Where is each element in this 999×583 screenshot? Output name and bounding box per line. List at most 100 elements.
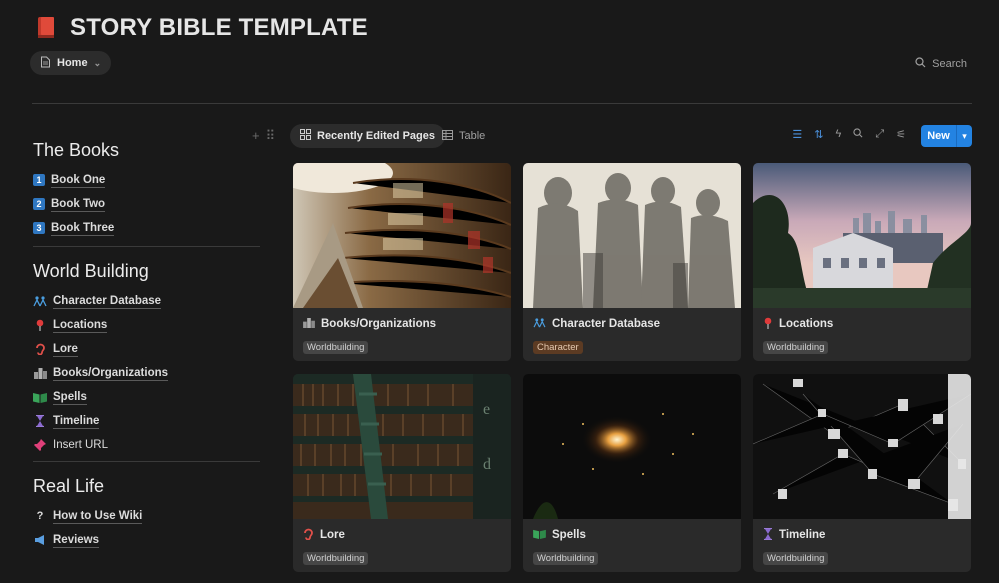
sidebar-item-label: How to Use Wiki [53, 509, 143, 524]
breadcrumb-home[interactable]: Home ⌄ [30, 51, 112, 75]
tag-badge: Worldbuilding [763, 341, 829, 354]
tag-badge: Worldbuilding [303, 341, 369, 354]
question-icon: ? [36, 510, 44, 522]
pushpin-icon [33, 439, 47, 451]
tag-badge: Worldbuilding [763, 552, 829, 565]
svg-text:e: e [483, 401, 490, 418]
sidebar-item-label: Timeline [53, 414, 100, 429]
hourglass-icon [763, 527, 773, 543]
sidebar-item-label: Reviews [53, 533, 100, 548]
chevron-down-icon[interactable]: ▾ [956, 125, 972, 147]
sidebar: The Books 1 Book One 2 Book Two 3 Book T… [33, 140, 260, 552]
sidebar-item-book-two[interactable]: 2 Book Two [33, 192, 260, 216]
sidebar-item-label: Book Three [51, 221, 115, 236]
people-icon [33, 295, 47, 307]
ear-icon [303, 528, 314, 543]
gallery-card-locations[interactable]: Locations Worldbuilding [753, 163, 971, 361]
sidebar-item-reviews[interactable]: Reviews [33, 528, 260, 552]
cover-image-city [753, 163, 971, 308]
number-two-icon: 2 [33, 198, 45, 210]
header-divider [32, 103, 972, 104]
card-title: Character Database [552, 318, 661, 330]
new-button[interactable]: New ▾ [921, 125, 972, 147]
sidebar-item-book-three[interactable]: 3 Book Three [33, 216, 260, 240]
open-book-icon [33, 392, 47, 403]
sidebar-item-books-organizations[interactable]: Books/Organizations [33, 361, 260, 385]
card-title: Spells [552, 529, 586, 541]
section-title-real-life: Real Life [33, 476, 105, 496]
tag-badge: Worldbuilding [303, 552, 369, 565]
expand-icon[interactable]: ⤢ [875, 128, 884, 141]
sidebar-item-label: Spells [53, 390, 87, 405]
pin-icon [763, 317, 773, 332]
pin-icon [33, 319, 47, 331]
tab-label: Recently Edited Pages [317, 130, 435, 142]
chevron-down-icon: ⌄ [93, 57, 102, 68]
settings-icon[interactable]: ⚟ [896, 128, 906, 141]
red-book-icon [36, 15, 58, 41]
number-one-icon: 1 [33, 174, 45, 186]
megaphone-icon [33, 535, 47, 545]
open-book-icon [533, 529, 546, 542]
search-icon[interactable] [853, 128, 863, 141]
people-icon [533, 317, 546, 331]
page-title-text: STORY BIBLE TEMPLATE [70, 14, 368, 41]
gallery-card-spells[interactable]: Spells Worldbuilding [523, 374, 741, 572]
gallery-card-timeline[interactable]: Timeline Worldbuilding [753, 374, 971, 572]
sidebar-item-insert-url[interactable]: Insert URL [33, 433, 260, 457]
sidebar-item-character-database[interactable]: Character Database [33, 289, 260, 313]
cover-image-library [293, 163, 511, 308]
card-title: Locations [779, 318, 834, 330]
card-title: Books/Organizations [321, 318, 437, 330]
ear-icon [33, 343, 47, 355]
drag-handle-icon[interactable]: ⠿ [266, 128, 276, 144]
block-controls: + ⠿ [252, 128, 275, 144]
sidebar-divider [33, 246, 260, 247]
table-icon [442, 129, 453, 143]
sidebar-item-label: Insert URL [53, 439, 108, 451]
sort-icon[interactable]: ⇅ [814, 128, 823, 141]
sidebar-divider [33, 461, 260, 462]
hourglass-icon [33, 415, 47, 427]
sidebar-item-label: Book Two [51, 197, 106, 212]
sidebar-item-label: Character Database [53, 294, 162, 309]
sidebar-item-how-to-use-wiki[interactable]: ? How to Use Wiki [33, 504, 260, 528]
sidebar-item-spells[interactable]: Spells [33, 385, 260, 409]
cover-image-old-library: e d [293, 374, 511, 519]
filter-icon[interactable]: ☰ [792, 128, 802, 141]
tag-badge: Character [533, 341, 583, 354]
section-title-books: The Books [33, 140, 120, 160]
cover-image-sparks [523, 374, 741, 519]
page-icon [40, 56, 51, 71]
sidebar-item-label: Locations [53, 318, 108, 333]
plus-icon[interactable]: + [252, 128, 260, 144]
search-label: Search [932, 58, 967, 70]
gallery-card-character-database[interactable]: Character Database Character [523, 163, 741, 361]
view-toolbar: + ⠿ Recently Edited Pages Table ☰ ⇅ ϟ ⤢ … [252, 124, 972, 148]
sidebar-item-timeline[interactable]: Timeline [33, 409, 260, 433]
search-icon [915, 57, 926, 71]
search-button[interactable]: Search [915, 57, 967, 71]
card-title: Lore [320, 529, 345, 541]
tag-badge: Worldbuilding [533, 552, 599, 565]
sidebar-item-lore[interactable]: Lore [33, 337, 260, 361]
tab-recently-edited[interactable]: Recently Edited Pages [290, 124, 445, 148]
gallery-card-books-organizations[interactable]: Books/Organizations Worldbuilding [293, 163, 511, 361]
sidebar-item-label: Lore [53, 342, 78, 357]
view-tools: ☰ ⇅ ϟ ⤢ ⚟ [792, 128, 906, 141]
gallery-card-lore[interactable]: e d Lore Worldbuilding [293, 374, 511, 572]
section-title-world-building: World Building [33, 261, 149, 281]
buildings-icon [33, 367, 47, 379]
card-title: Timeline [779, 529, 826, 541]
new-button-label: New [927, 130, 950, 142]
breadcrumb-label: Home [57, 57, 88, 69]
tab-label: Table [459, 130, 486, 142]
cover-image-photo-wall [753, 374, 971, 519]
sidebar-item-locations[interactable]: Locations [33, 313, 260, 337]
svg-text:d: d [483, 456, 491, 473]
automation-icon[interactable]: ϟ [835, 128, 841, 141]
cover-image-ink-figures [523, 163, 741, 308]
buildings-icon [303, 317, 315, 331]
tab-table[interactable]: Table [442, 124, 485, 148]
sidebar-item-book-one[interactable]: 1 Book One [33, 168, 260, 192]
